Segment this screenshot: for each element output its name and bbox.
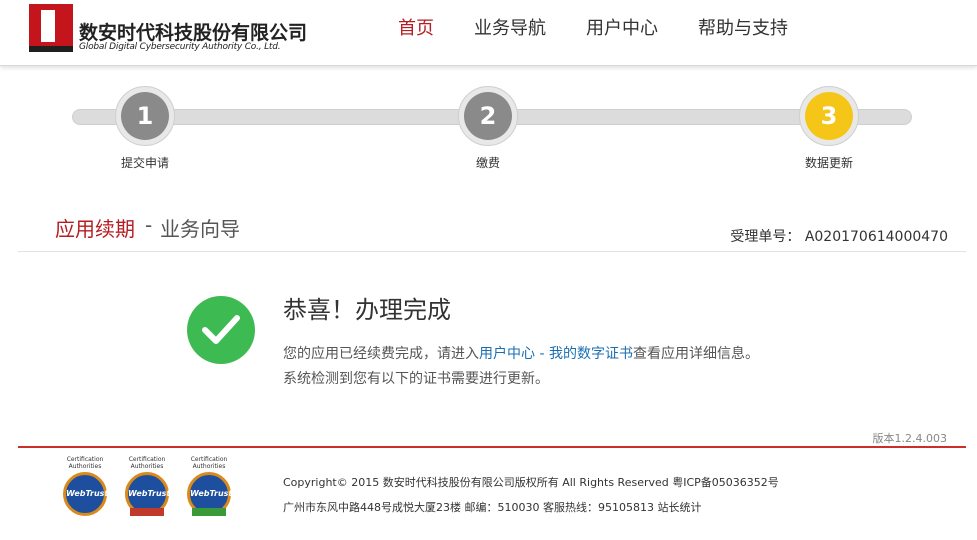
copyright-text: Copyright© 2015 数安时代科技股份有限公司版权所有 All Rig…: [283, 476, 779, 489]
nav-item-user-center[interactable]: 用户中心: [586, 14, 658, 40]
link-separator: -: [535, 346, 549, 362]
logo-company-name-en: Global Digital Cybersecurity Authority C…: [79, 42, 281, 52]
success-check-icon: [187, 296, 255, 364]
nav-item-home[interactable]: 首页: [398, 14, 434, 40]
version-label: 版本1.2.4.003: [872, 432, 947, 445]
webtrust-badge-1[interactable]: Certification Authorities WebTrust: [60, 456, 110, 524]
site-header: 数安时代科技股份有限公司 Global Digital Cybersecurit…: [0, 0, 977, 66]
step-3-label: 数据更新: [804, 156, 853, 170]
badge-caption: Certification Authorities: [190, 456, 228, 470]
step-2: 2 缴费: [458, 86, 518, 170]
page-title: 应用续期: [55, 217, 135, 241]
badge-ribbon: [130, 508, 164, 516]
success-heading: 恭喜！办理完成: [283, 296, 451, 324]
update-notice: 系统检测到您有以下的证书需要进行更新。: [283, 371, 549, 387]
webtrust-badge-2[interactable]: Certification Authorities WebTrust: [122, 456, 172, 524]
certification-badges: Certification Authorities WebTrust Certi…: [60, 456, 240, 526]
logo-company-name: 数安时代科技股份有限公司: [79, 22, 308, 44]
company-logo[interactable]: 数安时代科技股份有限公司 Global Digital Cybersecurit…: [29, 4, 319, 54]
progress-steps: 1 提交申请 2 缴费 3 数据更新: [72, 86, 912, 176]
webtrust-badge-3[interactable]: Certification Authorities WebTrust: [184, 456, 234, 524]
logo-mark-icon: [29, 4, 73, 52]
page-title-row: 应用续期 - 业务向导 受理单号： A020170614000470: [18, 200, 966, 252]
ticket-number: 受理单号： A020170614000470: [730, 226, 948, 246]
user-center-link[interactable]: 用户中心: [479, 346, 535, 362]
nav-item-help[interactable]: 帮助与支持: [698, 14, 788, 40]
step-2-label: 缴费: [475, 156, 500, 170]
page-subtitle: 业务向导: [160, 217, 240, 241]
address-text: 广州市东风中路448号成悦大厦23楼 邮编：510030 客服热线：951058…: [283, 501, 702, 514]
step-1: 1 提交申请: [115, 86, 175, 170]
my-certificates-link[interactable]: 我的数字证书: [549, 346, 633, 362]
title-separator: -: [145, 213, 153, 237]
step-2-number: 2: [464, 92, 512, 140]
footer-divider: [18, 446, 966, 448]
step-1-number: 1: [121, 92, 169, 140]
badge-caption: Certification Authorities: [66, 456, 104, 470]
ticket-value: A020170614000470: [804, 229, 948, 245]
success-message: 您的应用已经续费完成，请进入用户中心 - 我的数字证书查看应用详细信息。: [283, 343, 759, 363]
badge-caption: Certification Authorities: [128, 456, 166, 470]
message-suffix: 查看应用详细信息。: [632, 346, 759, 362]
badge-ribbon: [192, 508, 226, 516]
message-prefix: 您的应用已经续费完成，请进入: [283, 346, 479, 362]
webtrust-seal-icon: WebTrust: [63, 472, 108, 516]
step-3: 3 数据更新: [799, 86, 859, 170]
ticket-label: 受理单号：: [730, 229, 801, 245]
main-nav: 首页 业务导航 用户中心 帮助与支持: [398, 14, 828, 40]
step-3-number: 3: [805, 92, 853, 140]
nav-item-business[interactable]: 业务导航: [474, 14, 546, 40]
step-1-label: 提交申请: [120, 156, 169, 170]
